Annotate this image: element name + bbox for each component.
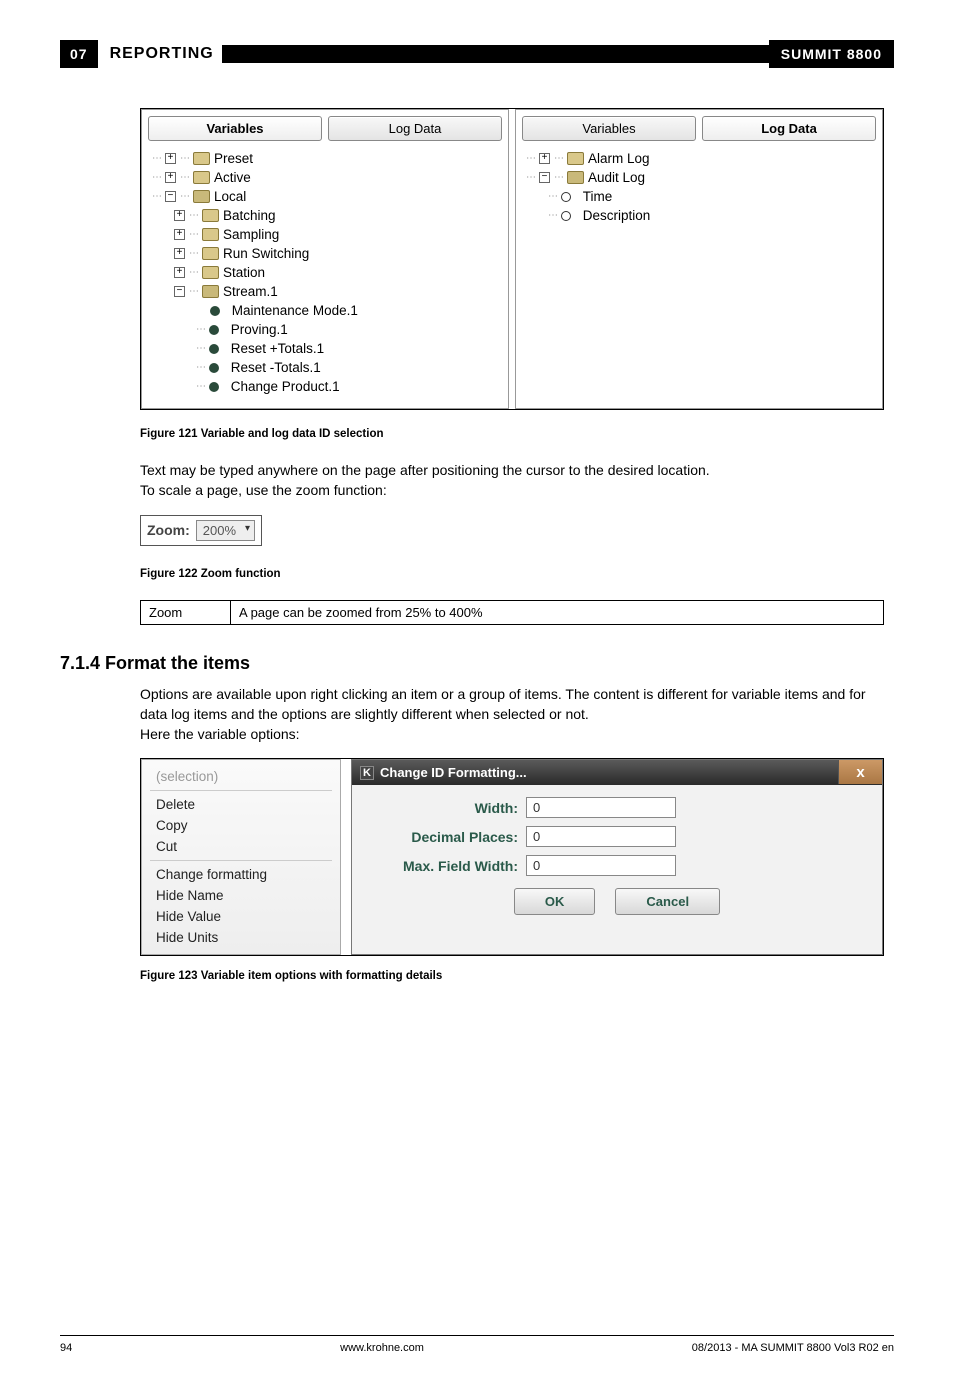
chapter-title: REPORTING [102,40,222,68]
context-menu: (selection) Delete Copy Cut Change forma… [141,759,341,955]
cancel-button[interactable]: Cancel [615,888,720,915]
tab-logdata[interactable]: Log Data [702,116,876,141]
chapter-number: 07 [60,46,98,62]
folder-icon [202,266,219,279]
zoom-table-name: Zoom [141,600,231,624]
app-icon: K [360,766,374,780]
body-text: Options are available upon right clickin… [140,684,884,745]
leaf-icon [561,211,571,221]
leaf-icon [209,325,219,335]
tree-item[interactable]: Description [583,208,651,223]
leaf-icon [210,306,220,316]
body-text: Text may be typed anywhere on the page a… [140,460,884,501]
tree-item[interactable]: Batching [223,208,276,223]
tree-item[interactable]: Proving.1 [231,322,288,337]
tree-item[interactable]: Time [583,189,613,204]
folder-icon [193,152,210,165]
ok-button[interactable]: OK [514,888,596,915]
close-button[interactable]: x [838,760,882,784]
page-number: 94 [60,1342,72,1354]
decimal-places-label: Decimal Places: [368,829,518,845]
tree-item[interactable]: Alarm Log [588,151,650,166]
menu-change-formatting[interactable]: Change formatting [146,864,336,885]
chapter-box: 07 [60,40,98,68]
menu-hide-name[interactable]: Hide Name [146,885,336,906]
tree-item[interactable]: Maintenance Mode.1 [232,303,358,318]
expand-icon[interactable]: + [174,210,185,221]
folder-icon [567,152,584,165]
expand-icon[interactable]: + [165,172,176,183]
folder-open-icon [567,171,584,184]
collapse-icon[interactable]: − [539,172,550,183]
width-label: Width: [368,800,518,816]
tree-item[interactable]: Station [223,265,265,280]
figure-122-caption: Figure 122 Zoom function [140,568,884,580]
tree-item[interactable]: Reset +Totals.1 [231,341,324,356]
zoom-table-desc: A page can be zoomed from 25% to 400% [231,600,884,624]
tab-variables[interactable]: Variables [148,116,322,141]
page-footer: 94 www.krohne.com 08/2013 - MA SUMMIT 88… [60,1335,894,1354]
logdata-panel: Variables Log Data ⋯+⋯Alarm Log ⋯−⋯Audit… [515,109,883,409]
dialog-title-text: Change ID Formatting... [380,765,527,780]
zoom-dropdown[interactable]: 200% [196,520,255,541]
tree-item[interactable]: Run Switching [223,246,309,261]
menu-hide-value[interactable]: Hide Value [146,906,336,927]
expand-icon[interactable]: + [174,267,185,278]
expand-icon[interactable]: + [539,153,550,164]
max-field-width-label: Max. Field Width: [368,858,518,874]
expand-icon[interactable]: + [174,229,185,240]
tree-item[interactable]: Local [214,189,246,204]
tree-panels: Variables Log Data ⋯+⋯Preset ⋯+⋯Active ⋯… [140,108,884,410]
menu-selection: (selection) [146,766,336,787]
tab-logdata[interactable]: Log Data [328,116,502,141]
change-id-formatting-dialog: K Change ID Formatting... x Width: 0 Dec… [351,759,883,955]
footer-url: www.krohne.com [340,1342,424,1354]
tree-item[interactable]: Stream.1 [223,284,278,299]
footer-doc: 08/2013 - MA SUMMIT 8800 Vol3 R02 en [692,1342,894,1354]
dialog-titlebar: K Change ID Formatting... [352,760,882,785]
leaf-icon [209,363,219,373]
menu-copy[interactable]: Copy [146,815,336,836]
zoom-label: Zoom: [147,522,190,538]
section-heading: 7.1.4 Format the items [60,653,884,674]
menu-delete[interactable]: Delete [146,794,336,815]
leaf-icon [561,192,571,202]
variables-panel: Variables Log Data ⋯+⋯Preset ⋯+⋯Active ⋯… [141,109,509,409]
width-input[interactable]: 0 [526,797,676,818]
folder-icon [202,247,219,260]
leaf-icon [209,344,219,354]
figure-121-caption: Figure 121 Variable and log data ID sele… [140,428,884,440]
tab-variables[interactable]: Variables [522,116,696,141]
product-name: SUMMIT 8800 [769,40,894,68]
expand-icon[interactable]: + [174,248,185,259]
tree-item[interactable]: Preset [214,151,253,166]
collapse-icon[interactable]: − [165,191,176,202]
expand-icon[interactable]: + [165,153,176,164]
menu-hide-units[interactable]: Hide Units [146,927,336,948]
tree-item[interactable]: Change Product.1 [231,379,340,394]
format-options-row: (selection) Delete Copy Cut Change forma… [140,758,884,956]
menu-cut[interactable]: Cut [146,836,336,857]
zoom-control: Zoom: 200% [140,515,262,546]
folder-open-icon [202,285,219,298]
folder-open-icon [193,190,210,203]
tree-item[interactable]: Reset -Totals.1 [231,360,321,375]
max-field-width-input[interactable]: 0 [526,855,676,876]
folder-icon [193,171,210,184]
tree-item[interactable]: Sampling [223,227,279,242]
collapse-icon[interactable]: − [174,286,185,297]
header-divider [222,45,769,63]
tree-item[interactable]: Active [214,170,251,185]
zoom-table: Zoom A page can be zoomed from 25% to 40… [140,600,884,625]
page-header: 07 REPORTING SUMMIT 8800 [60,40,894,68]
folder-icon [202,228,219,241]
figure-123-caption: Figure 123 Variable item options with fo… [140,970,884,982]
folder-icon [202,209,219,222]
tree-item[interactable]: Audit Log [588,170,645,185]
decimal-places-input[interactable]: 0 [526,826,676,847]
leaf-icon [209,382,219,392]
